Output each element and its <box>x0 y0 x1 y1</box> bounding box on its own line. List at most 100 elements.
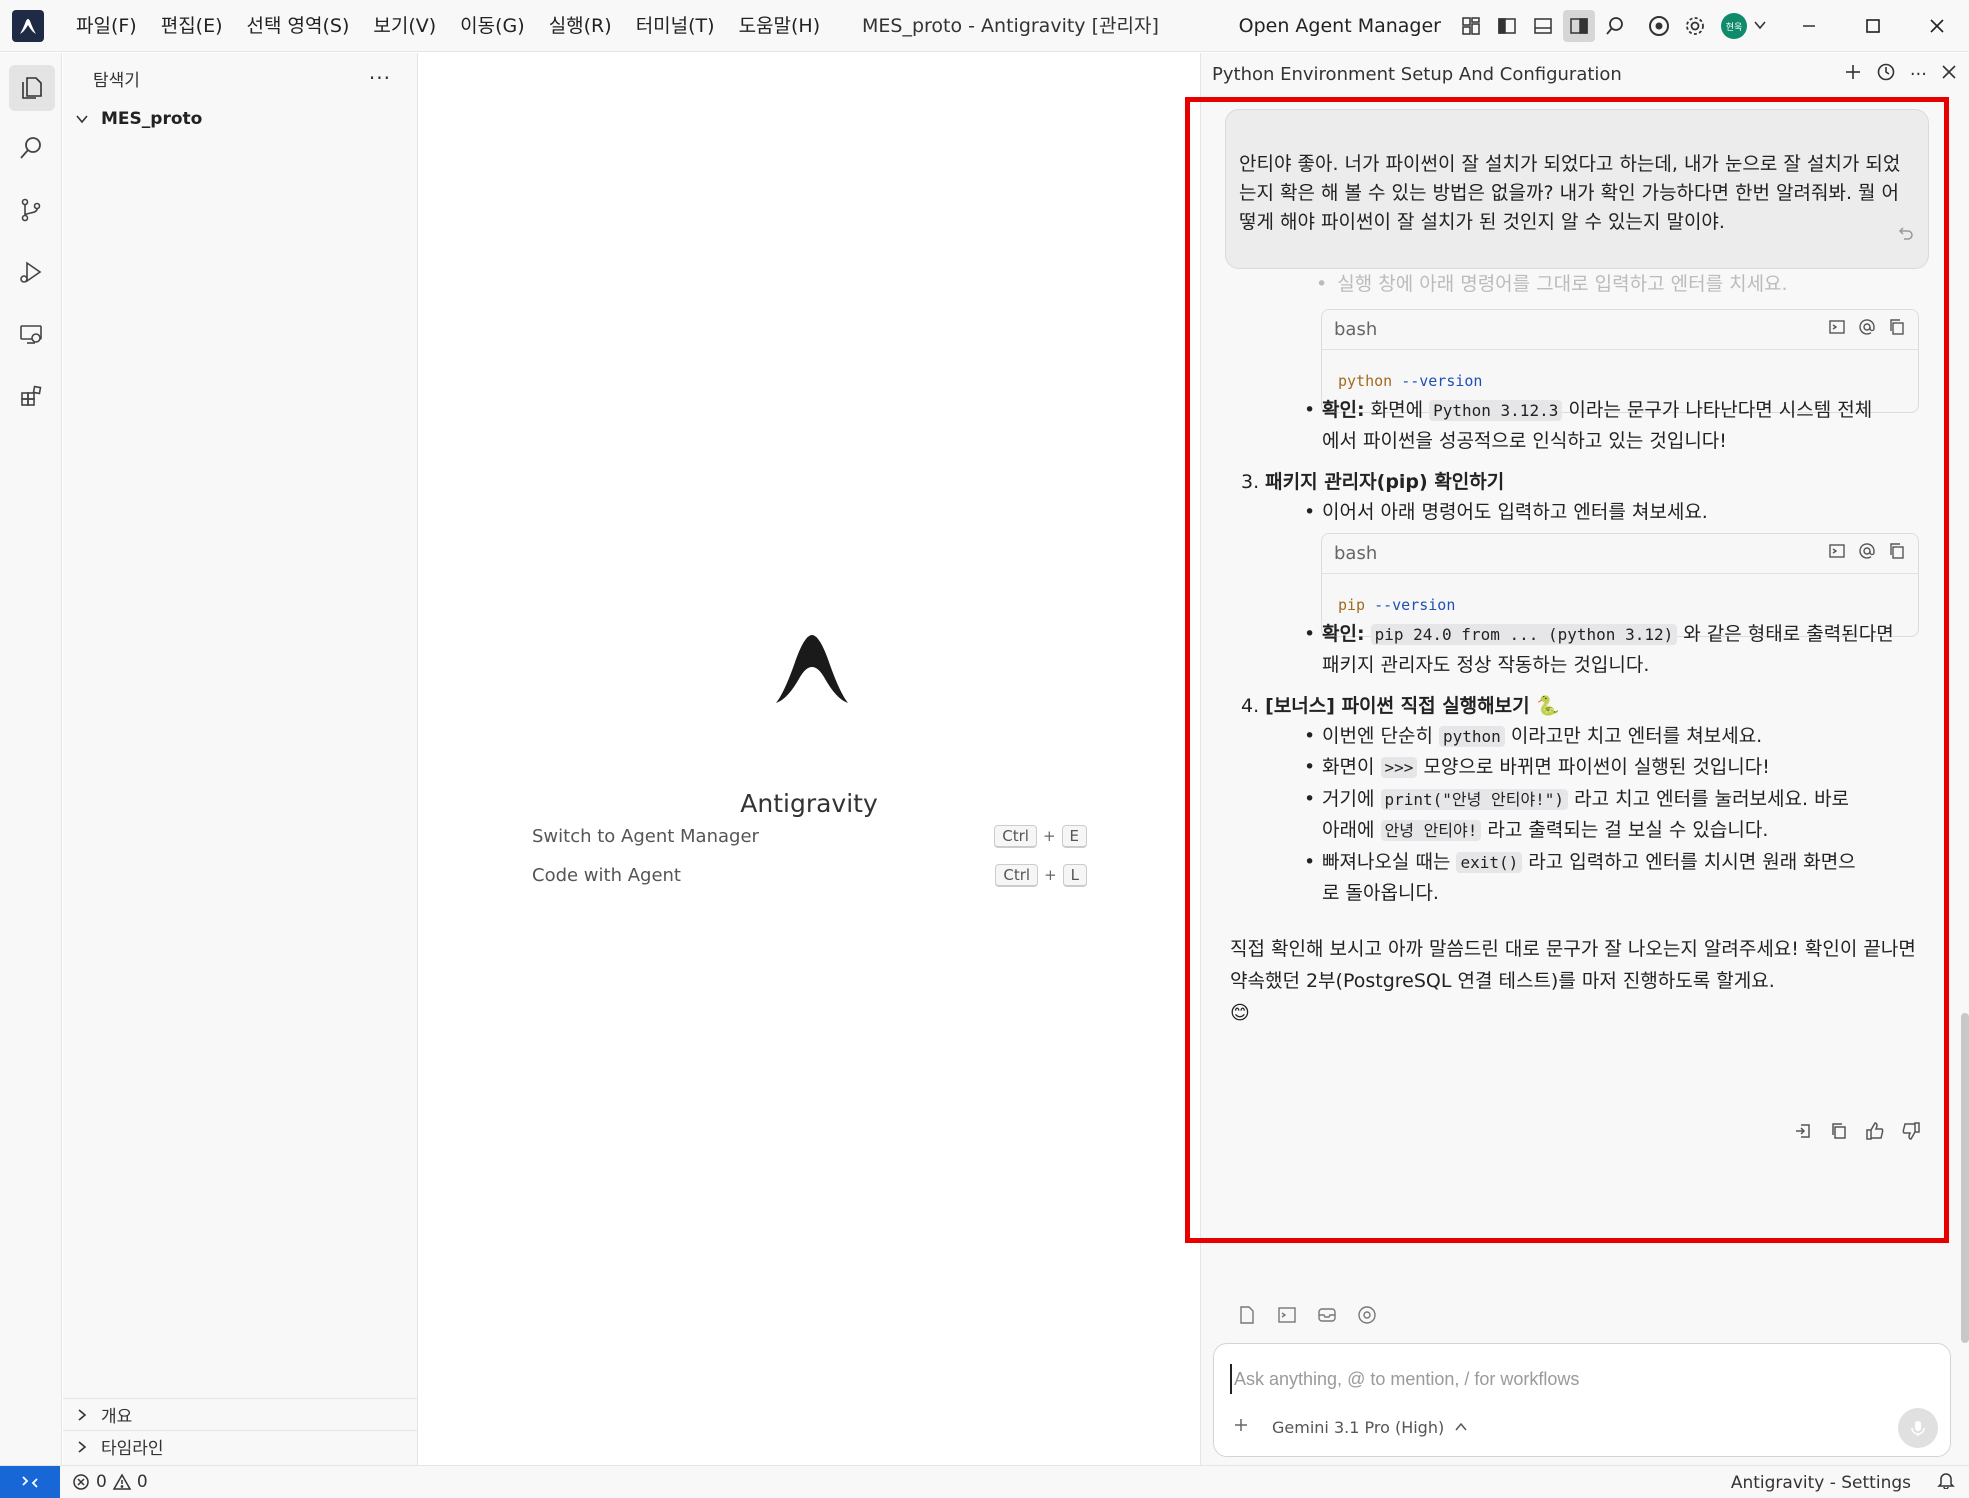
folder-root-mes-proto[interactable]: MES_proto <box>63 103 417 135</box>
file-icon[interactable] <box>1237 1305 1257 1330</box>
confirm-label: 확인: <box>1322 623 1365 645</box>
new-chat-icon[interactable] <box>1844 63 1862 86</box>
source-control-icon <box>18 197 44 228</box>
warning-count: 0 <box>136 1472 148 1492</box>
mention-icon[interactable] <box>1858 318 1876 341</box>
inbox-icon[interactable] <box>1317 1305 1337 1330</box>
bullet-dot: • <box>1316 273 1328 295</box>
remote-explorer-icon <box>18 321 44 352</box>
faded-instruction-text: 실행 창에 아래 명령어를 그대로 입력하고 엔터를 치세요. <box>1337 273 1788 295</box>
run-debug-icon <box>18 259 44 290</box>
confirm-text: 화면에 <box>1370 399 1424 421</box>
more-options-icon[interactable]: ··· <box>1910 64 1927 85</box>
run-debug-activity-button[interactable] <box>0 243 62 305</box>
problems-indicator[interactable]: 0 0 <box>72 1472 148 1492</box>
notifications-bell-icon[interactable] <box>1937 1471 1955 1494</box>
remote-explorer-activity-button[interactable] <box>0 305 62 367</box>
thumbs-up-icon[interactable] <box>1865 1121 1885 1146</box>
browser-icon[interactable] <box>1357 1305 1377 1330</box>
search-activity-button[interactable] <box>0 119 62 181</box>
chat-input[interactable] <box>1230 1364 1890 1394</box>
menu-file[interactable]: 파일(F) <box>64 0 149 52</box>
settings-gear-icon[interactable] <box>1679 10 1711 42</box>
inline-code: Python 3.12.3 <box>1429 400 1563 421</box>
toggle-panel-icon[interactable] <box>1527 10 1559 42</box>
code-flag: --version <box>1401 372 1483 390</box>
insert-icon[interactable] <box>1793 1121 1813 1146</box>
chevron-down-icon[interactable] <box>1753 15 1767 37</box>
add-context-icon[interactable] <box>1232 1416 1250 1438</box>
confirm-text: 에서 파이썬을 성공적으로 인식하고 있는 것입니다! <box>1322 430 1727 452</box>
history-icon[interactable] <box>1876 62 1896 87</box>
copy-icon[interactable] <box>1888 318 1906 341</box>
bullet-text: 아래에 <box>1322 819 1375 841</box>
step-number: 4. <box>1241 695 1260 717</box>
bullet-text: 라고 출력되는 걸 보실 수 있습니다. <box>1487 819 1769 841</box>
extensions-activity-button[interactable] <box>0 367 62 429</box>
chevron-up-icon <box>1455 1422 1467 1431</box>
model-selector[interactable]: Gemini 3.1 Pro (High) <box>1272 1418 1468 1437</box>
more-actions-icon[interactable]: ··· <box>369 66 391 90</box>
bullet-dot: • <box>1304 399 1316 421</box>
bullet-dot: • <box>1304 725 1316 747</box>
undo-icon[interactable] <box>1898 221 1914 250</box>
title-bar: 파일(F) 편집(E) 선택 영역(S) 보기(V) 이동(G) 실행(R) 터… <box>0 0 1969 52</box>
confirm-text: 이라는 문구가 나타난다면 시스템 전체 <box>1568 399 1873 421</box>
chrome-icon[interactable] <box>1643 10 1675 42</box>
antigravity-logo-icon <box>774 635 850 705</box>
search-icon[interactable] <box>1599 10 1631 42</box>
run-in-terminal-icon[interactable] <box>1828 318 1846 341</box>
copy-icon[interactable] <box>1888 542 1906 565</box>
explorer-sidebar: 탐색기 ··· MES_proto 개요 타임라인 <box>63 53 418 1465</box>
closing-text: 직접 확인해 보시고 아까 말씀드린 대로 문구가 잘 나오는지 알려주세요! … <box>1230 938 1916 992</box>
vertical-scrollbar[interactable] <box>1961 1013 1969 1343</box>
welcome-title: Antigravity <box>740 789 878 818</box>
editor-area: Antigravity Switch to Agent Manager Ctrl… <box>419 53 1199 1465</box>
antigravity-logo-icon <box>12 9 44 42</box>
close-window-button[interactable] <box>1905 0 1969 52</box>
explorer-title: 탐색기 <box>93 70 140 91</box>
remote-indicator-button[interactable] <box>0 1465 60 1498</box>
chat-transcript[interactable]: 안티야 좋아. 너가 파이썬이 잘 설치가 되었다고 하는데, 내가 눈으로 잘… <box>1201 97 1961 1237</box>
switch-agent-manager-shortcut[interactable]: Switch to Agent Manager Ctrl + E <box>532 821 1087 851</box>
open-agent-manager-button[interactable]: Open Agent Manager <box>1239 15 1441 37</box>
files-icon <box>9 65 55 111</box>
inline-code: pip 24.0 from ... (python 3.12) <box>1370 624 1678 645</box>
bullet-text: 이라고만 치고 엔터를 쳐보세요. <box>1510 725 1763 747</box>
menu-view[interactable]: 보기(V) <box>361 0 448 52</box>
thumbs-down-icon[interactable] <box>1901 1121 1921 1146</box>
run-in-terminal-icon[interactable] <box>1828 542 1846 565</box>
source-control-activity-button[interactable] <box>0 181 62 243</box>
menu-help[interactable]: 도움말(H) <box>727 0 833 52</box>
user-message: 안티야 좋아. 너가 파이썬이 잘 설치가 되었다고 하는데, 내가 눈으로 잘… <box>1225 109 1929 269</box>
pip-instruction-bullet: • 이어서 아래 명령어도 입력하고 엔터를 쳐보세요. <box>1304 497 1708 527</box>
inline-code: >>> <box>1380 757 1418 778</box>
microphone-button[interactable] <box>1898 1408 1938 1448</box>
smile-emoji: 😊 <box>1230 1002 1250 1024</box>
timeline-section[interactable]: 타임라인 <box>63 1430 418 1462</box>
mention-icon[interactable] <box>1858 542 1876 565</box>
copy-icon[interactable] <box>1829 1121 1849 1146</box>
explorer-activity-button[interactable] <box>0 57 62 119</box>
terminal-icon[interactable] <box>1277 1305 1297 1330</box>
outline-section[interactable]: 개요 <box>63 1398 418 1430</box>
confirm-text: 와 같은 형태로 출력된다면 <box>1683 623 1894 645</box>
menu-edit[interactable]: 편집(E) <box>149 0 235 52</box>
error-count: 0 <box>96 1472 107 1492</box>
settings-status-item[interactable]: Antigravity - Settings <box>1731 1473 1911 1493</box>
key-cap: Ctrl <box>994 824 1037 848</box>
minimize-button[interactable] <box>1777 0 1841 52</box>
menu-run[interactable]: 실행(R) <box>537 0 624 52</box>
toggle-secondary-sidebar-icon[interactable] <box>1563 10 1595 42</box>
layout-grid-icon[interactable] <box>1455 10 1487 42</box>
menu-terminal[interactable]: 터미널(T) <box>624 0 727 52</box>
bonus-bullet-1: • 이번엔 단순히 python 이라고만 치고 엔터를 쳐보세요. <box>1304 721 1763 752</box>
bullet-dot: • <box>1304 756 1316 778</box>
user-avatar[interactable]: 현욱 <box>1721 13 1747 39</box>
close-panel-icon[interactable] <box>1941 64 1957 85</box>
code-with-agent-shortcut[interactable]: Code with Agent Ctrl + L <box>532 860 1087 890</box>
toggle-primary-sidebar-icon[interactable] <box>1491 10 1523 42</box>
menu-selection[interactable]: 선택 영역(S) <box>235 0 362 52</box>
maximize-button[interactable] <box>1841 0 1905 52</box>
menu-go[interactable]: 이동(G) <box>448 0 537 52</box>
